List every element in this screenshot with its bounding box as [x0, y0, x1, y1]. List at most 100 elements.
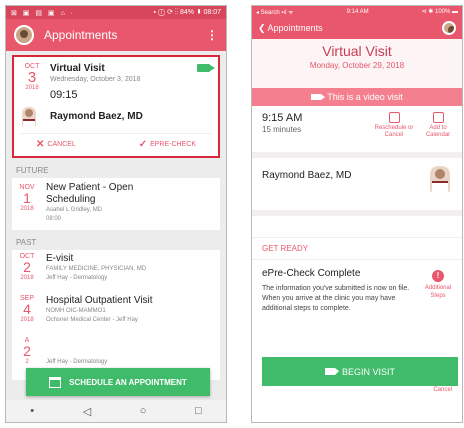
provider-name: Raymond Baez, MD	[50, 111, 143, 122]
appointment-date-block: NOV 1 2018	[17, 184, 37, 212]
add-to-calendar-button[interactable]: Add to Calendar	[418, 112, 458, 139]
appointment-date-block: OCT 2 2018	[17, 253, 37, 281]
list-item[interactable]: SEP 4 2018 Hospital Outpatient Visit NOM…	[12, 292, 220, 334]
overflow-menu-icon[interactable]: ⋮	[206, 28, 218, 42]
past-appointments-list: OCT 2 2018 E-visit FAMILY MEDICINE, PHYS…	[12, 250, 220, 380]
avatar[interactable]	[14, 25, 34, 45]
alert-icon: !	[432, 270, 444, 282]
additional-steps-button[interactable]: ! Additional Steps	[422, 270, 454, 300]
appointment-time: 09:15	[50, 89, 78, 101]
status-icons-left: ⊠ ▣ ▤ ▣ ⌂ ·	[11, 9, 75, 17]
date-day: 4	[23, 301, 31, 317]
video-camera-icon	[197, 64, 215, 72]
reschedule-icon	[388, 112, 400, 123]
app-bar: Appointments ⋮	[6, 19, 226, 51]
provider-photo	[22, 107, 36, 127]
android-status-bar: ⊠ ▣ ▤ ▣ ⌂ · ⬩ ⓘ ⟳ ⁝⁝ 84% ▮ 08:07	[6, 6, 226, 19]
time-section: 9:15 AM 15 minutes Reschedule or Cancel …	[252, 106, 462, 158]
appointment-provider: Jeff Hay - Dermatology	[46, 275, 108, 281]
epre-check-title: ePre-Check Complete	[262, 268, 361, 279]
list-item[interactable]: OCT 2 2018 E-visit FAMILY MEDICINE, PHYS…	[12, 250, 220, 292]
date-day: 1	[23, 190, 31, 206]
provider-section[interactable]: Raymond Baez, MD	[252, 158, 462, 216]
appointment-title: E-visit	[46, 253, 74, 264]
home-icon[interactable]: ○	[140, 405, 147, 417]
appointment-time: 08:00	[46, 216, 62, 222]
spacer	[252, 216, 462, 238]
video-visit-label: This is a video visit	[327, 92, 403, 102]
status-battery: ⊲ ✱ 100% ▬	[421, 9, 458, 15]
visit-header: Virtual Visit Monday, October 29, 2018	[252, 39, 462, 88]
get-ready-section-label: GET READY	[252, 238, 462, 260]
cancel-button[interactable]: ✕ CANCEL	[20, 139, 92, 150]
additional-steps-label: Additional Steps	[424, 285, 452, 299]
appointment-provider: Asahel L Gridley, MD	[46, 207, 103, 213]
schedule-appointment-button[interactable]: SCHEDULE AN APPOINTMENT	[26, 368, 210, 396]
video-camera-icon	[311, 94, 326, 100]
ios-screen: ◂ Search ▪ıl ᯤ 9:14 AM ⊲ ✱ 100% ▬ ❮ Appo…	[251, 5, 463, 423]
status-icons-right: ⬩ ⓘ ⟳ ⁝⁝ 84% ▮ 08:07	[153, 9, 221, 16]
appointment-date-block: SEP 4 2018	[17, 295, 37, 323]
future-appointment-card[interactable]: NOV 1 2018 New Patient - Open Scheduling…	[12, 178, 220, 230]
appointment-title-line2: Scheduling	[46, 194, 96, 205]
calendar-icon	[432, 112, 444, 123]
ios-status-bar: ◂ Search ▪ıl ᯤ 9:14 AM ⊲ ✱ 100% ▬	[252, 6, 462, 17]
card-actions: ✕ CANCEL ✓ EPRE-CHECK	[20, 133, 212, 150]
past-section-label: PAST	[16, 238, 37, 247]
date-day: 2	[23, 259, 31, 275]
back-button[interactable]: ❮ Appointments	[258, 23, 442, 34]
schedule-appointment-label: SCHEDULE AN APPOINTMENT	[69, 377, 187, 387]
begin-visit-button[interactable]: BEGIN VISIT	[262, 357, 458, 386]
appointment-title-line1: New Patient - Open	[46, 182, 134, 193]
begin-visit-label: BEGIN VISIT	[341, 366, 395, 377]
visit-date: Monday, October 29, 2018	[309, 61, 405, 70]
provider-photo	[430, 166, 450, 192]
epre-check-label: EPRE-CHECK	[150, 141, 196, 148]
date-year: 2018	[20, 206, 34, 212]
status-time: 9:14 AM	[346, 8, 369, 15]
appointment-title: Virtual Visit	[50, 63, 105, 74]
epre-check-body: The information you've submitted is now …	[262, 285, 410, 312]
cancel-link[interactable]: Cancel	[433, 387, 452, 393]
add-to-calendar-label: Add to Calendar	[425, 125, 451, 138]
appointment-provider: Jeff Hay - Dermatology	[46, 359, 108, 365]
visit-duration: 15 minutes	[262, 125, 302, 134]
avatar[interactable]	[442, 21, 456, 35]
appointment-department: NOMH OIC-MAMMO1	[46, 308, 106, 314]
calendar-icon	[49, 376, 62, 388]
date-day: 2	[23, 343, 31, 359]
android-screen: ⊠ ▣ ▤ ▣ ⌂ · ⬩ ⓘ ⟳ ⁝⁝ 84% ▮ 08:07 Appoint…	[5, 5, 227, 423]
date-year: 2	[25, 359, 29, 365]
date-year: 2018	[20, 275, 34, 281]
page-title: Appointments	[44, 28, 118, 42]
future-section-label: FUTURE	[16, 166, 49, 175]
close-icon: ✕	[36, 139, 45, 150]
appointment-department: FAMILY MEDICINE, PHYSICIAN, MD	[46, 266, 147, 272]
visit-time: 9:15 AM	[262, 112, 303, 124]
android-nav-bar: • ◁ ○ □	[6, 400, 226, 422]
cancel-label: CANCEL	[47, 141, 76, 148]
page-title: Virtual Visit	[322, 43, 392, 59]
back-icon[interactable]: ◁	[83, 405, 91, 418]
recent-apps-icon[interactable]: □	[195, 405, 202, 417]
upcoming-appointment-card[interactable]: OCT 3 2018 Virtual Visit Wednesday, Octo…	[12, 55, 220, 158]
appointment-provider: Ochsner Medical Center - Jeff Hay	[46, 317, 138, 323]
date-year: 2018	[20, 317, 34, 323]
date-day: 3	[27, 69, 37, 86]
video-visit-banner: This is a video visit	[252, 88, 462, 106]
video-camera-icon	[324, 368, 339, 375]
status-carrier: ◂ Search ▪ıl ᯤ	[256, 9, 294, 16]
provider-name: Raymond Baez, MD	[262, 170, 352, 181]
appointment-date-block: OCT 3 2018	[20, 63, 44, 91]
reschedule-label: Reschedule or Cancel	[374, 125, 414, 138]
checklist-icon: ✓	[138, 139, 148, 150]
reschedule-button[interactable]: Reschedule or Cancel	[374, 112, 414, 139]
appointment-title: Hospital Outpatient Visit	[46, 295, 153, 306]
epre-check-button[interactable]: ✓ EPRE-CHECK	[123, 139, 212, 150]
appointment-date-block: A 2 2	[17, 337, 37, 365]
nav-dot-icon: •	[30, 405, 35, 417]
appointment-date: Wednesday, October 3, 2018	[50, 76, 141, 83]
epre-check-section: ePre-Check Complete The information you'…	[252, 260, 462, 340]
date-year: 2018	[25, 85, 39, 91]
nav-bar: ❮ Appointments	[252, 17, 462, 39]
